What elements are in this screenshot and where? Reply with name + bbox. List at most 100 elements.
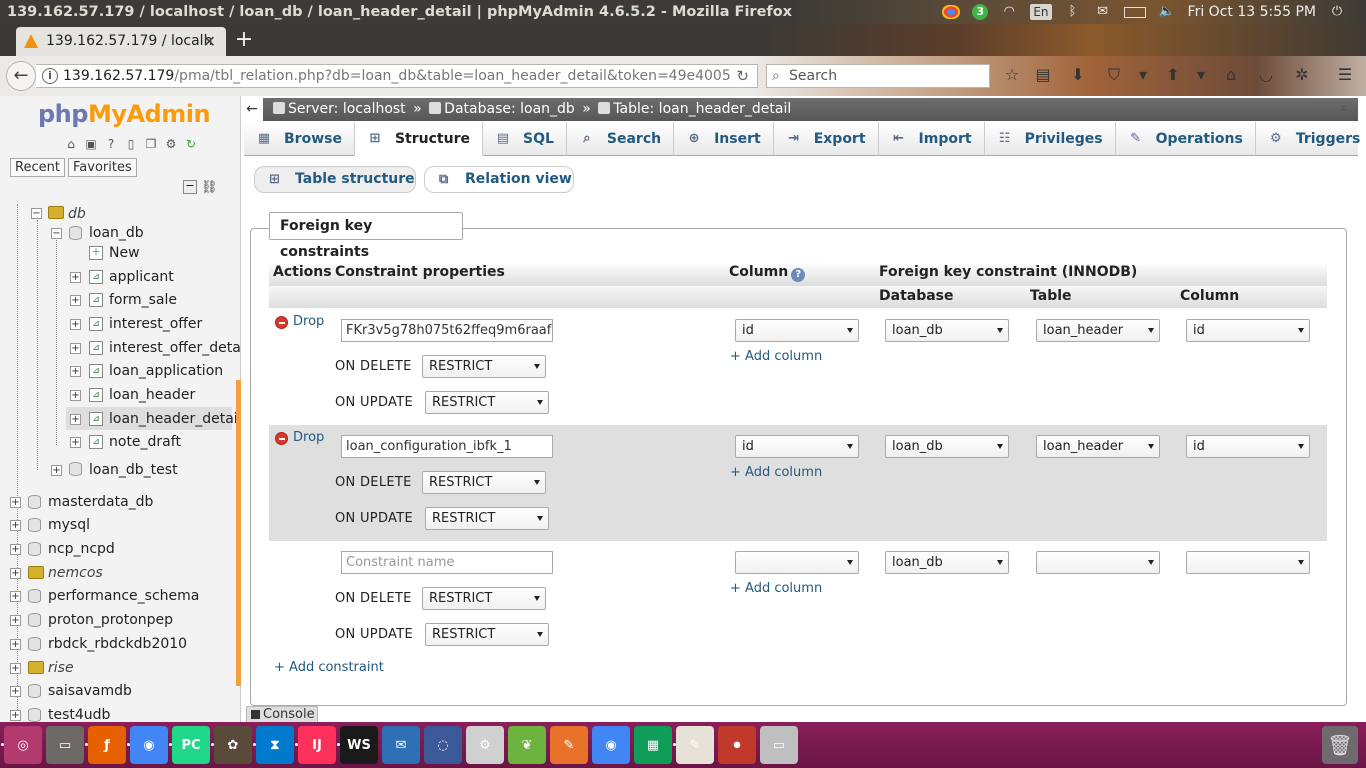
tab-browse[interactable]: ▦ Browse	[244, 122, 355, 156]
expand-icon[interactable]: +	[10, 686, 21, 697]
crumb-database[interactable]: Database: loan_db	[444, 101, 575, 117]
crumb-server[interactable]: Server: localhost	[288, 101, 406, 117]
tree-database-item[interactable]: saisavamdb	[48, 682, 132, 700]
chrome-tray-icon[interactable]	[942, 5, 961, 19]
tree-new-table[interactable]: New	[109, 244, 140, 262]
gear-icon[interactable]: ⚙	[163, 136, 179, 152]
docs-icon[interactable]: ▯	[123, 136, 139, 152]
vs-code-icon[interactable]: ⧗	[253, 726, 294, 764]
ref-column-select[interactable]	[1186, 551, 1310, 574]
tab-privileges[interactable]: ☷ Privileges	[985, 122, 1116, 156]
tree-database-item[interactable]: nemcos	[48, 564, 103, 582]
recent-tab[interactable]: Recent	[10, 158, 65, 177]
new-tab-button[interactable]: +	[232, 28, 256, 52]
tree-table-item[interactable]: loan_header	[109, 386, 195, 404]
recorder-icon[interactable]: ⏺	[718, 726, 756, 764]
favorites-tab[interactable]: Favorites	[68, 158, 137, 177]
relation-view-button[interactable]: ⧉ Relation view	[424, 166, 574, 193]
calc-icon[interactable]: ✿	[211, 726, 252, 764]
on-update-select[interactable]: RESTRICT	[425, 507, 549, 530]
files-icon[interactable]: ▭	[46, 726, 84, 764]
add-column-link[interactable]: + Add column	[730, 349, 822, 364]
help-icon[interactable]: ?	[791, 268, 806, 282]
copy-icon[interactable]: ❐	[143, 136, 159, 152]
column-select[interactable]: id	[735, 319, 859, 342]
chevron-down-icon[interactable]: ▾	[1133, 65, 1153, 85]
editor-icon[interactable]: ✎	[673, 726, 714, 764]
intellij-icon[interactable]: IJ	[295, 726, 336, 764]
collapse-icon[interactable]: −	[51, 228, 62, 239]
expand-icon[interactable]: +	[70, 390, 81, 401]
expand-icon[interactable]: +	[10, 663, 21, 674]
chrome-icon[interactable]: ◉	[127, 726, 168, 764]
tree-table-item[interactable]: interest_offer	[109, 315, 202, 333]
ubuntu-icon[interactable]: ◎	[1, 726, 42, 764]
settings-icon[interactable]: ⚙	[466, 726, 504, 764]
tree-table-item[interactable]: loan_header_detai	[109, 410, 238, 428]
expand-icon[interactable]: +	[51, 465, 62, 476]
thunderbird-icon[interactable]: ✉	[382, 726, 420, 764]
battery-icon[interactable]	[1123, 6, 1146, 18]
close-tab-icon[interactable]: ✕	[203, 27, 216, 56]
constraint-name-input[interactable]	[341, 319, 553, 342]
reload-icon[interactable]: ↻	[736, 65, 749, 87]
tree-table-item[interactable]: interest_offer_deta	[109, 339, 241, 357]
tree-database-item[interactable]: ncp_ncpd	[48, 540, 115, 558]
power-icon[interactable]: ⏻	[1328, 5, 1346, 19]
tab-insert[interactable]: ⊕ Insert	[674, 122, 774, 156]
chrome-icon[interactable]: ◉	[592, 726, 630, 764]
tree-table-item[interactable]: form_sale	[109, 291, 177, 309]
tab-export[interactable]: ⇥ Export	[774, 122, 879, 156]
add-constraint-link[interactable]: + Add constraint	[274, 660, 384, 675]
pycharm-icon[interactable]: PC	[169, 726, 210, 764]
firefox-icon[interactable]: ƒ	[85, 726, 126, 764]
mail-icon[interactable]: ✉	[1094, 5, 1112, 19]
clock[interactable]: Fri Oct 13 5:55 PM	[1188, 0, 1316, 24]
tree-table-item[interactable]: note_draft	[109, 433, 181, 451]
constraint-name-input[interactable]	[341, 435, 553, 458]
crumb-table[interactable]: Table: loan_header_detail	[613, 101, 791, 117]
ref-column-select[interactable]: id	[1186, 319, 1310, 342]
tab-sql[interactable]: ▤ SQL	[483, 122, 567, 156]
tree-database-item[interactable]: rise	[48, 659, 74, 677]
volume-icon[interactable]: 🔈	[1158, 5, 1176, 19]
tree-loan-db-test[interactable]: loan_db_test	[89, 461, 178, 479]
bluetooth-icon[interactable]: ᛒ	[1064, 5, 1082, 19]
expand-icon[interactable]: +	[10, 591, 21, 602]
expand-icon[interactable]: +	[70, 343, 81, 354]
drive-icon[interactable]: ▭	[760, 726, 798, 764]
tree-table-item[interactable]: applicant	[109, 268, 174, 286]
help-icon[interactable]: ?	[103, 136, 119, 152]
reading-list-icon[interactable]: ▤	[1033, 65, 1053, 85]
expand-icon[interactable]: +	[10, 710, 21, 721]
ref-database-select[interactable]: loan_db	[885, 435, 1009, 458]
on-delete-select[interactable]: RESTRICT	[422, 471, 546, 494]
on-update-select[interactable]: RESTRICT	[425, 391, 549, 414]
expand-icon[interactable]: +	[70, 366, 81, 377]
ref-database-select[interactable]: loan_db	[885, 551, 1009, 574]
expand-icon[interactable]: +	[70, 319, 81, 330]
add-column-link[interactable]: + Add column	[730, 581, 822, 596]
tree-loan-db[interactable]: loan_db	[89, 224, 144, 242]
reload-icon[interactable]: ↻	[183, 136, 199, 152]
tree-table-item[interactable]: loan_application	[109, 362, 223, 380]
home-icon[interactable]: ⌂	[63, 136, 79, 152]
tab-import[interactable]: ⇤ Import	[879, 122, 985, 156]
scroll-top-icon[interactable]: ⌅	[1338, 100, 1349, 115]
collapse-all-button[interactable]: −	[183, 180, 197, 194]
tree-database-item[interactable]: mysql	[48, 516, 90, 534]
tree-database-item[interactable]: proton_protonpep	[48, 611, 173, 629]
pencil-icon[interactable]: ✎	[550, 726, 588, 764]
exit-icon[interactable]: ▣	[83, 136, 99, 152]
site-info-icon[interactable]: i	[42, 68, 58, 84]
search-input[interactable]: ⌕ Search	[766, 64, 990, 88]
tree-database-item[interactable]: rbdck_rbdckdb2010	[48, 635, 187, 653]
menu-icon[interactable]: ☰	[1335, 65, 1355, 85]
expand-icon[interactable]: +	[10, 544, 21, 555]
ref-table-select[interactable]	[1036, 551, 1160, 574]
collapse-icon[interactable]: −	[31, 208, 42, 219]
expand-icon[interactable]: +	[10, 520, 21, 531]
drop-link[interactable]: Drop	[275, 314, 324, 329]
table-structure-button[interactable]: ⊞ Table structure	[254, 166, 416, 193]
link-icon[interactable]: ⛓	[201, 180, 218, 195]
